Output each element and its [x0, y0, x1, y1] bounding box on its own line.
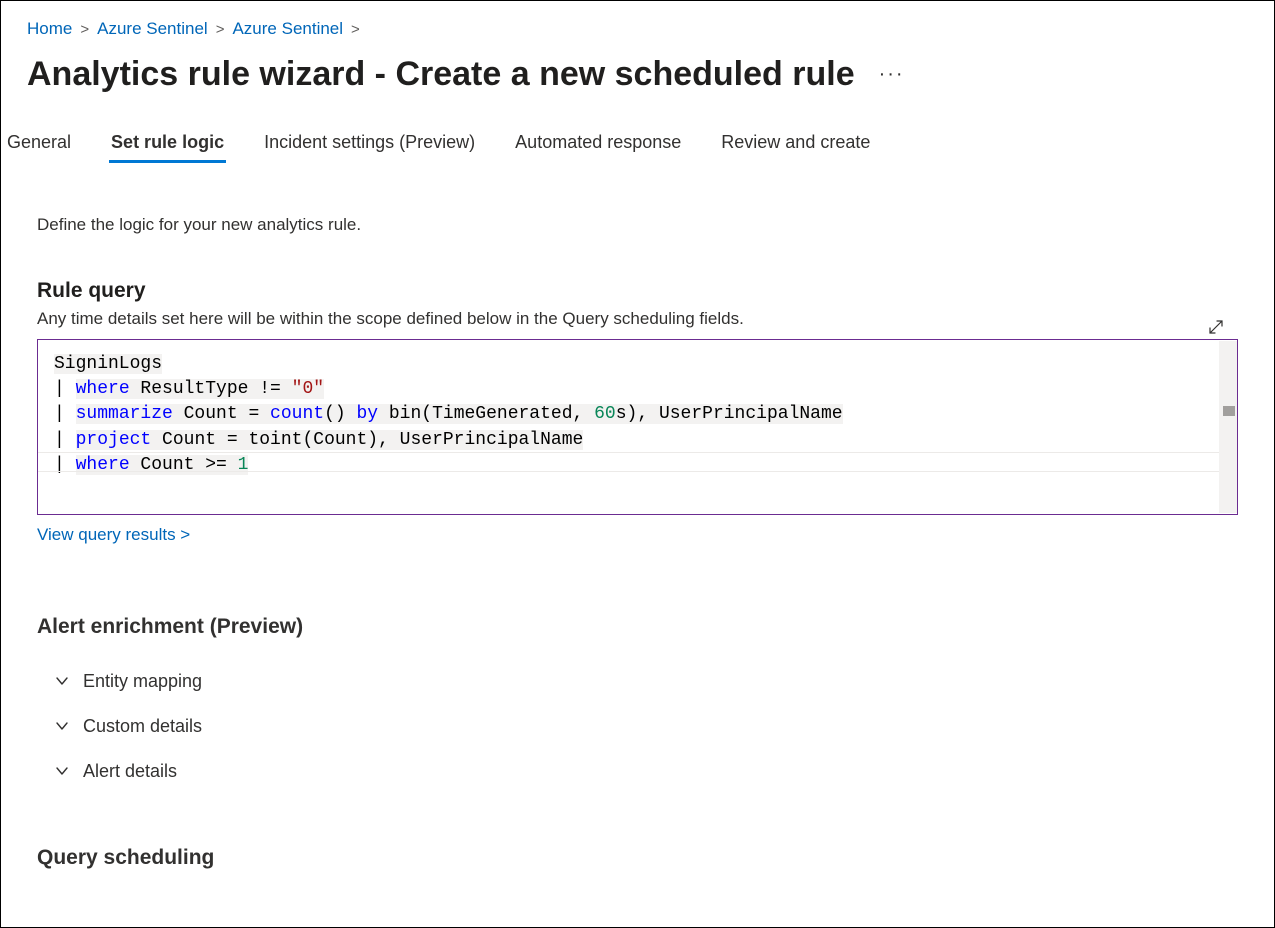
tab-general[interactable]: General — [5, 124, 73, 163]
page-title-row: Analytics rule wizard - Create a new sch… — [1, 45, 1274, 124]
more-icon[interactable]: ··· — [879, 63, 905, 86]
accordion-custom-details[interactable]: Custom details — [37, 704, 1238, 749]
page-title: Analytics rule wizard - Create a new sch… — [27, 55, 855, 94]
query-scheduling-heading: Query scheduling — [37, 846, 1238, 870]
accordion-label: Custom details — [83, 716, 202, 737]
rule-query-subtext: Any time details set here will be within… — [37, 309, 1238, 329]
breadcrumb-sep: > — [351, 21, 360, 38]
query-wrapper: SigninLogs | where ResultType != "0" | s… — [37, 339, 1238, 515]
editor-ruler-line — [38, 471, 1219, 472]
accordion-alert-details[interactable]: Alert details — [37, 749, 1238, 794]
tab-incident-settings[interactable]: Incident settings (Preview) — [262, 124, 477, 163]
accordion-label: Entity mapping — [83, 671, 202, 692]
editor-scrollbar-thumb[interactable] — [1223, 406, 1235, 416]
tab-review-and-create[interactable]: Review and create — [719, 124, 872, 163]
tab-set-rule-logic[interactable]: Set rule logic — [109, 124, 226, 163]
chevron-down-icon — [55, 764, 69, 778]
expand-icon[interactable] — [1208, 319, 1224, 338]
breadcrumb-sep: > — [216, 21, 225, 38]
query-editor[interactable]: SigninLogs | where ResultType != "0" | s… — [37, 339, 1238, 515]
breadcrumb-sep: > — [80, 21, 89, 38]
accordion-label: Alert details — [83, 761, 177, 782]
rule-query-heading: Rule query — [37, 279, 1238, 303]
breadcrumb-item-sentinel-1[interactable]: Azure Sentinel — [97, 19, 208, 39]
tabs: General Set rule logic Incident settings… — [1, 124, 1274, 163]
editor-scrollbar-track[interactable] — [1219, 341, 1237, 513]
rule-logic-description: Define the logic for your new analytics … — [37, 215, 1238, 235]
breadcrumb: Home > Azure Sentinel > Azure Sentinel > — [1, 1, 1274, 45]
accordion-entity-mapping[interactable]: Entity mapping — [37, 659, 1238, 704]
editor-ruler-line — [38, 452, 1219, 453]
alert-enrichment-heading: Alert enrichment (Preview) — [37, 615, 1238, 639]
chevron-down-icon — [55, 674, 69, 688]
view-query-results-link[interactable]: View query results > — [37, 525, 190, 545]
breadcrumb-item-home[interactable]: Home — [27, 19, 72, 39]
tab-automated-response[interactable]: Automated response — [513, 124, 683, 163]
breadcrumb-item-sentinel-2[interactable]: Azure Sentinel — [232, 19, 343, 39]
content-area: Define the logic for your new analytics … — [1, 163, 1274, 870]
chevron-down-icon — [55, 719, 69, 733]
